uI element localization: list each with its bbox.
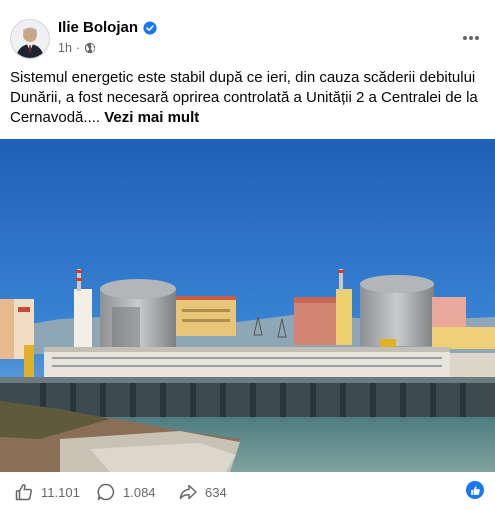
globe-icon[interactable]: [84, 42, 96, 54]
post-meta: 1h ·: [58, 41, 96, 55]
author-row: Ilie Bolojan: [58, 19, 157, 36]
see-more-link[interactable]: Vezi mai mult: [104, 109, 199, 126]
like-count: 11.101: [41, 484, 80, 500]
author-avatar[interactable]: [10, 19, 50, 59]
like-button[interactable]: 11.101: [14, 482, 80, 502]
like-reaction-icon[interactable]: [466, 481, 484, 499]
comment-button[interactable]: 1.084: [96, 482, 156, 502]
post-body: Sistemul energetic este stabil după ce i…: [10, 68, 488, 128]
share-button[interactable]: 634: [178, 482, 227, 502]
more-options-icon: [463, 36, 479, 40]
author-name[interactable]: Ilie Bolojan: [58, 19, 138, 36]
post-card: Ilie Bolojan 1h · Sistemul energetic est…: [0, 0, 495, 509]
more-options-button[interactable]: [461, 28, 481, 48]
meta-separator: ·: [75, 41, 81, 55]
comment-icon: [97, 483, 115, 501]
post-photo[interactable]: [0, 139, 495, 472]
post-time[interactable]: 1h: [58, 41, 72, 55]
like-reaction-glyph: [470, 485, 480, 495]
comment-count: 1.084: [123, 484, 156, 500]
power-plant-photo: [0, 139, 495, 472]
post-text: Sistemul energetic este stabil după ce i…: [10, 69, 478, 126]
thumbs-up-icon: [15, 484, 33, 501]
post-header: Ilie Bolojan 1h ·: [0, 0, 495, 66]
share-icon: [179, 484, 197, 500]
verified-badge-icon: [143, 20, 157, 35]
share-count: 634: [205, 484, 227, 500]
post-actions: 11.101 1.084 634: [0, 472, 495, 509]
